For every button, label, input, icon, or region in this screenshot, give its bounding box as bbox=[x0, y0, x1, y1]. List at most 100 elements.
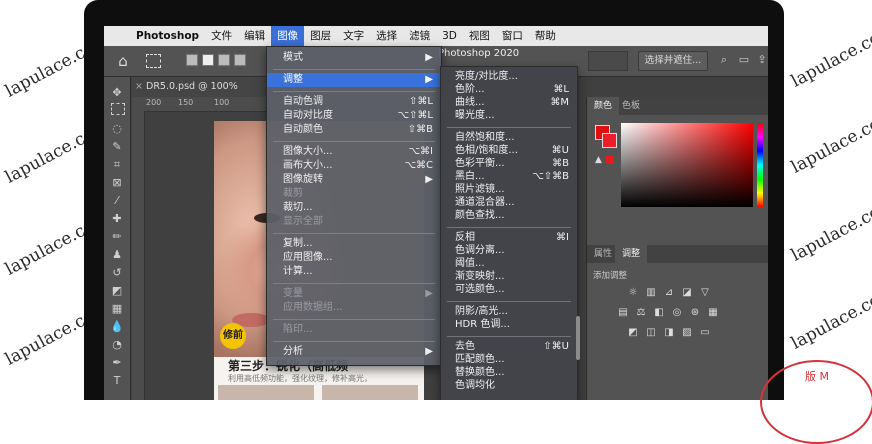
submenu-item-desaturate[interactable]: 去色 ⇧⌘U bbox=[441, 340, 577, 353]
submenu-item-color-balance[interactable]: 色彩平衡... ⌘B bbox=[441, 157, 577, 170]
marquee-icon[interactable] bbox=[146, 54, 161, 68]
submenu-item-hdr-toning[interactable]: HDR 色调... bbox=[441, 318, 577, 331]
submenu-item-photo-filter[interactable]: 照片滤镜... bbox=[441, 183, 577, 196]
subtract-selection-icon[interactable] bbox=[218, 54, 230, 66]
submenu-item-match-color[interactable]: 匹配颜色... bbox=[441, 353, 577, 366]
submenu-item-shadows-highlights[interactable]: 阴影/高光... bbox=[441, 305, 577, 318]
menu-select[interactable]: 选择 bbox=[370, 26, 403, 46]
menu-item-calculations[interactable]: 计算... bbox=[267, 265, 441, 279]
menu-item-apply-image[interactable]: 应用图像... bbox=[267, 251, 441, 265]
new-selection-icon[interactable] bbox=[186, 54, 198, 66]
menu-item-trim[interactable]: 裁切... bbox=[267, 201, 441, 215]
submenu-item-black-white[interactable]: 黑白... ⌥⇧⌘B bbox=[441, 170, 577, 183]
crop-tool-icon[interactable]: ⌗ bbox=[108, 157, 126, 173]
gamut-color-swatch[interactable] bbox=[606, 156, 614, 164]
photo-filter-icon[interactable]: ◎ bbox=[671, 307, 683, 319]
healing-tool-icon[interactable]: ✚ bbox=[108, 211, 126, 227]
submenu-item-color-lookup[interactable]: 颜色查找... bbox=[441, 209, 577, 222]
hue-saturation-icon[interactable]: ▤ bbox=[617, 307, 629, 319]
menu-3d[interactable]: 3D bbox=[436, 26, 463, 46]
search-icon[interactable]: ⌕ bbox=[718, 54, 730, 66]
menu-file[interactable]: 文件 bbox=[205, 26, 238, 46]
share-icon[interactable]: ⇪ bbox=[756, 54, 768, 66]
quick-select-tool-icon[interactable]: ✎ bbox=[108, 139, 126, 155]
menu-help[interactable]: 帮助 bbox=[529, 26, 562, 46]
frame-tool-icon[interactable]: ⊠ bbox=[108, 175, 126, 191]
type-tool-icon[interactable]: T bbox=[108, 373, 126, 389]
submenu-item-curves[interactable]: 曲线... ⌘M bbox=[441, 96, 577, 109]
close-icon[interactable]: × bbox=[132, 77, 146, 97]
tab-adjustments[interactable]: 调整 bbox=[615, 245, 648, 263]
submenu-item-replace-color[interactable]: 替换颜色... bbox=[441, 366, 577, 379]
vibrance-icon[interactable]: ▽ bbox=[699, 287, 711, 299]
menu-item-adjustments[interactable]: 调整 ▶ bbox=[267, 73, 441, 87]
dodge-tool-icon[interactable]: ◔ bbox=[108, 337, 126, 353]
submenu-item-posterize[interactable]: 色调分离... bbox=[441, 244, 577, 257]
invert-icon[interactable]: ◩ bbox=[627, 327, 639, 339]
menu-window[interactable]: 窗口 bbox=[496, 26, 529, 46]
menu-image[interactable]: 图像 bbox=[271, 26, 305, 46]
gamut-warning-icon[interactable]: ▲ bbox=[595, 155, 602, 165]
move-tool-icon[interactable]: ✥ bbox=[108, 85, 126, 101]
submenu-scrollbar[interactable] bbox=[576, 316, 580, 360]
brightness-icon[interactable]: ☼ bbox=[627, 287, 639, 299]
height-field[interactable] bbox=[588, 51, 628, 71]
submenu-item-exposure[interactable]: 曝光度... bbox=[441, 109, 577, 122]
channel-mixer-icon[interactable]: ⊛ bbox=[689, 307, 701, 319]
submenu-item-equalize[interactable]: 色调均化 bbox=[441, 379, 577, 392]
document-tab[interactable]: ×DR5.0.psd @ 100%(RGB/8) bbox=[132, 77, 274, 112]
eraser-tool-icon[interactable]: ◩ bbox=[108, 283, 126, 299]
brush-tool-icon[interactable]: ✏ bbox=[108, 229, 126, 245]
levels-icon[interactable]: ▥ bbox=[645, 287, 657, 299]
menu-layer[interactable]: 图层 bbox=[304, 26, 337, 46]
menu-type[interactable]: 文字 bbox=[337, 26, 370, 46]
background-color-swatch[interactable] bbox=[602, 133, 617, 148]
exposure-icon[interactable]: ◪ bbox=[681, 287, 693, 299]
menu-item-mode[interactable]: 模式 ▶ bbox=[267, 51, 441, 65]
home-icon[interactable]: ⌂ bbox=[114, 52, 132, 70]
marquee-tool-icon[interactable] bbox=[111, 103, 125, 115]
gradient-map-icon[interactable]: ▭ bbox=[699, 327, 711, 339]
menu-item-image-rotation[interactable]: 图像旋转 ▶ bbox=[267, 173, 441, 187]
blur-tool-icon[interactable]: 💧 bbox=[108, 319, 126, 335]
submenu-item-hue-saturation[interactable]: 色相/饱和度... ⌘U bbox=[441, 144, 577, 157]
submenu-item-selective-color[interactable]: 可选颜色... bbox=[441, 283, 577, 296]
submenu-item-brightness-contrast[interactable]: 亮度/对比度... bbox=[441, 70, 577, 83]
submenu-item-gradient-map[interactable]: 渐变映射... bbox=[441, 270, 577, 283]
eyedropper-tool-icon[interactable]: ⁄ bbox=[108, 193, 126, 209]
menu-item-auto-color[interactable]: 自动颜色 ⇧⌘B bbox=[267, 123, 441, 137]
pen-tool-icon[interactable]: ✒ bbox=[108, 355, 126, 371]
menu-view[interactable]: 视图 bbox=[463, 26, 496, 46]
workspace-icon[interactable]: ▭ bbox=[738, 54, 750, 66]
select-and-mask-button[interactable]: 选择并遮住... bbox=[638, 51, 708, 71]
selective-color-icon[interactable]: ▨ bbox=[681, 327, 693, 339]
menu-item-analysis[interactable]: 分析 ▶ bbox=[267, 345, 441, 359]
submenu-item-vibrance[interactable]: 自然饱和度... bbox=[441, 131, 577, 144]
submenu-item-threshold[interactable]: 阈值... bbox=[441, 257, 577, 270]
black-white-icon[interactable]: ◧ bbox=[653, 307, 665, 319]
menu-item-auto-contrast[interactable]: 自动对比度 ⌥⇧⌘L bbox=[267, 109, 441, 123]
color-lookup-icon[interactable]: ▦ bbox=[707, 307, 719, 319]
submenu-item-levels[interactable]: 色阶... ⌘L bbox=[441, 83, 577, 96]
hue-slider[interactable] bbox=[757, 123, 763, 207]
menu-filter[interactable]: 滤镜 bbox=[403, 26, 436, 46]
menu-item-duplicate[interactable]: 复制... bbox=[267, 237, 441, 251]
color-balance-icon[interactable]: ⚖ bbox=[635, 307, 647, 319]
threshold-icon[interactable]: ◨ bbox=[663, 327, 675, 339]
stamp-tool-icon[interactable]: ♟ bbox=[108, 247, 126, 263]
curves-icon[interactable]: ⊿ bbox=[663, 287, 675, 299]
posterize-icon[interactable]: ◫ bbox=[645, 327, 657, 339]
menu-app-name[interactable]: Photoshop bbox=[130, 26, 205, 46]
menu-edit[interactable]: 编辑 bbox=[238, 26, 271, 46]
submenu-item-invert[interactable]: 反相 ⌘I bbox=[441, 231, 577, 244]
gradient-tool-icon[interactable]: ▦ bbox=[108, 301, 126, 317]
intersect-selection-icon[interactable] bbox=[234, 54, 246, 66]
add-selection-icon[interactable] bbox=[202, 54, 214, 66]
lasso-tool-icon[interactable]: ◌ bbox=[108, 121, 126, 137]
color-picker-field[interactable] bbox=[621, 123, 753, 207]
history-brush-icon[interactable]: ↺ bbox=[108, 265, 126, 281]
tab-swatches[interactable]: 色板 bbox=[615, 97, 647, 115]
menu-item-image-size[interactable]: 图像大小... ⌥⌘I bbox=[267, 145, 441, 159]
menu-item-canvas-size[interactable]: 画布大小... ⌥⌘C bbox=[267, 159, 441, 173]
submenu-item-channel-mixer[interactable]: 通道混合器... bbox=[441, 196, 577, 209]
